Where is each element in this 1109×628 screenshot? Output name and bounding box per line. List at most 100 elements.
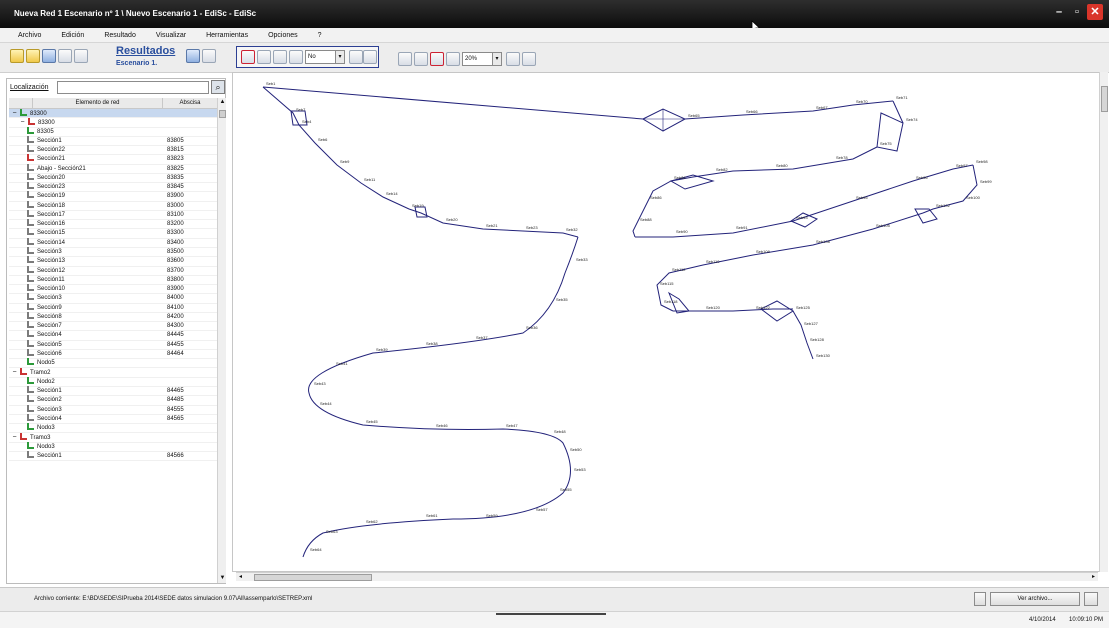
print-icon[interactable]: [202, 49, 216, 63]
tree-row[interactable]: Sección17 83100: [9, 209, 217, 221]
save-icon[interactable]: [42, 49, 56, 63]
column-element[interactable]: Elemento de red: [33, 98, 163, 108]
tree-row[interactable]: Sección14 83400: [9, 237, 217, 248]
tree-row[interactable]: Sección1 84566: [9, 450, 217, 462]
scroll-thumb[interactable]: [1101, 86, 1108, 112]
tree-row[interactable]: Nodo2: [9, 376, 217, 387]
tree-row[interactable]: Sección19 83900: [9, 191, 217, 202]
expand-collapse-icon[interactable]: −: [11, 433, 18, 442]
tree-row[interactable]: Sección8 84200: [9, 311, 217, 323]
tree-row[interactable]: Sección4 84565: [9, 413, 217, 425]
tree-row[interactable]: Sección3 84555: [9, 404, 217, 415]
location-input[interactable]: [57, 81, 209, 94]
tree-row[interactable]: Abajo - Sección21 83825: [9, 163, 217, 174]
scroll-down-icon[interactable]: ▼: [218, 574, 227, 583]
element-abscisa: 84555: [167, 406, 184, 413]
tree-row[interactable]: Sección2 84485: [9, 395, 217, 406]
menu-archivo[interactable]: Archivo: [18, 28, 41, 42]
settings-button[interactable]: [1084, 592, 1098, 606]
pointer-tool-icon[interactable]: [241, 50, 255, 64]
tree-row[interactable]: Sección9 84100: [9, 302, 217, 313]
menu-visualizar[interactable]: Visualizar: [156, 28, 186, 42]
tree-row[interactable]: − Tramo3: [9, 433, 217, 443]
chart-tool-icon[interactable]: [289, 50, 303, 64]
tree-row[interactable]: Sección23 83845: [9, 182, 217, 193]
open-folder-icon[interactable]: [26, 49, 40, 63]
tree-scrollbar[interactable]: ▲ ▼: [217, 98, 226, 583]
magnifier-icon[interactable]: [506, 52, 520, 66]
tree-row[interactable]: Nodo3: [9, 441, 217, 452]
tree-row-name: Nodo3: [9, 441, 163, 451]
scroll-thumb[interactable]: [254, 574, 372, 581]
menu-edicion[interactable]: Edición: [61, 28, 84, 42]
section-tool-icon[interactable]: [257, 50, 271, 64]
menu-opciones[interactable]: Opciones: [268, 28, 298, 42]
properties-icon[interactable]: [74, 49, 88, 63]
menu-herramientas[interactable]: Herramientas: [206, 28, 248, 42]
scroll-thumb[interactable]: [219, 110, 226, 118]
expand-collapse-icon[interactable]: −: [11, 368, 18, 377]
tree-row[interactable]: Sección11 83800: [9, 274, 217, 286]
tree-row[interactable]: Sección15 83300: [9, 228, 217, 239]
tree-row[interactable]: Nodo3: [9, 423, 217, 434]
tree-row[interactable]: Sección3 84000: [9, 293, 217, 304]
tree-row[interactable]: − 83300: [9, 118, 217, 128]
scroll-left-icon[interactable]: ◂: [236, 573, 245, 582]
tree-row[interactable]: − 83300: [9, 109, 217, 119]
menu-help[interactable]: ?: [318, 28, 322, 42]
tree-row[interactable]: Sección4 84445: [9, 330, 217, 341]
element-abscisa: 84465: [167, 387, 184, 394]
canvas-horizontal-scrollbar[interactable]: ◂ ▸: [236, 572, 1098, 581]
grid-view-icon[interactable]: [58, 49, 72, 63]
redo-icon[interactable]: [414, 52, 428, 66]
menu-resultado[interactable]: Resultado: [104, 28, 136, 42]
scroll-up-icon[interactable]: ▲: [218, 98, 227, 107]
expand-collapse-icon[interactable]: −: [11, 109, 18, 118]
tree-row[interactable]: Sección6 84464: [9, 348, 217, 360]
tree-row[interactable]: Sección10 83900: [9, 284, 217, 295]
fit-extent-icon[interactable]: [522, 52, 536, 66]
tree-row[interactable]: Sección20 83835: [9, 172, 217, 184]
zoom-combo[interactable]: 20% ▾: [462, 52, 502, 66]
column-abscisa[interactable]: Abscisa: [163, 98, 217, 108]
view-file-button[interactable]: Ver archivo...: [990, 592, 1080, 606]
network-drawing[interactable]: Seb1 Seb7 Seb4 Seb6 Seb9 Seb11 Seb14 Seb19 Seb20…: [233, 73, 1099, 571]
maximize-button[interactable]: ▫: [1069, 4, 1085, 20]
tree-row[interactable]: Sección12 83700: [9, 265, 217, 276]
tree-row[interactable]: − Tramo2: [9, 368, 217, 378]
legend-icon[interactable]: [363, 50, 377, 64]
element-abscisa: 83100: [167, 211, 184, 218]
undo-icon[interactable]: [398, 52, 412, 66]
tree-row[interactable]: Sección13 83600: [9, 256, 217, 267]
tree-row[interactable]: Sección16 83200: [9, 219, 217, 230]
layer-icon[interactable]: [349, 50, 363, 64]
zoom-in-icon[interactable]: [446, 52, 460, 66]
expand-collapse-icon[interactable]: −: [19, 118, 26, 127]
minimize-button[interactable]: –: [1051, 4, 1067, 20]
canvas-vertical-scrollbar[interactable]: [1099, 72, 1108, 572]
zoom-window-icon[interactable]: [430, 52, 444, 66]
element-name: Sección16: [37, 221, 66, 228]
tree-row[interactable]: Sección1 83805: [9, 135, 217, 147]
tree-row[interactable]: Sección3 83500: [9, 246, 217, 258]
tree-row-name: Nodo2: [9, 376, 163, 386]
status-icon-button[interactable]: [974, 592, 986, 606]
tree-row[interactable]: Sección18 83000: [9, 200, 217, 211]
tree-row[interactable]: Sección22 83815: [9, 145, 217, 156]
tree-row[interactable]: 83305: [9, 126, 217, 137]
search-icon[interactable]: ⌕: [211, 80, 225, 94]
tree-row[interactable]: Sección21 83823: [9, 154, 217, 165]
scroll-right-icon[interactable]: ▸: [1089, 573, 1098, 582]
tree-row[interactable]: Sección7 84300: [9, 321, 217, 332]
new-file-icon[interactable]: [10, 49, 24, 63]
network-canvas[interactable]: Seb1 Seb7 Seb4 Seb6 Seb9 Seb11 Seb14 Seb19 Seb20…: [232, 72, 1100, 572]
tree-row[interactable]: Nodo5: [9, 358, 217, 369]
view-combo[interactable]: No ▾: [305, 50, 345, 64]
back-arrow-icon[interactable]: [186, 49, 200, 63]
network-element-icon: [27, 330, 34, 338]
tree-row[interactable]: Sección1 84465: [9, 385, 217, 397]
tree-row[interactable]: Sección5 84455: [9, 339, 217, 350]
close-button[interactable]: ✕: [1087, 4, 1103, 20]
tree-row-name: 83305: [9, 126, 163, 136]
profile-tool-icon[interactable]: [273, 50, 287, 64]
